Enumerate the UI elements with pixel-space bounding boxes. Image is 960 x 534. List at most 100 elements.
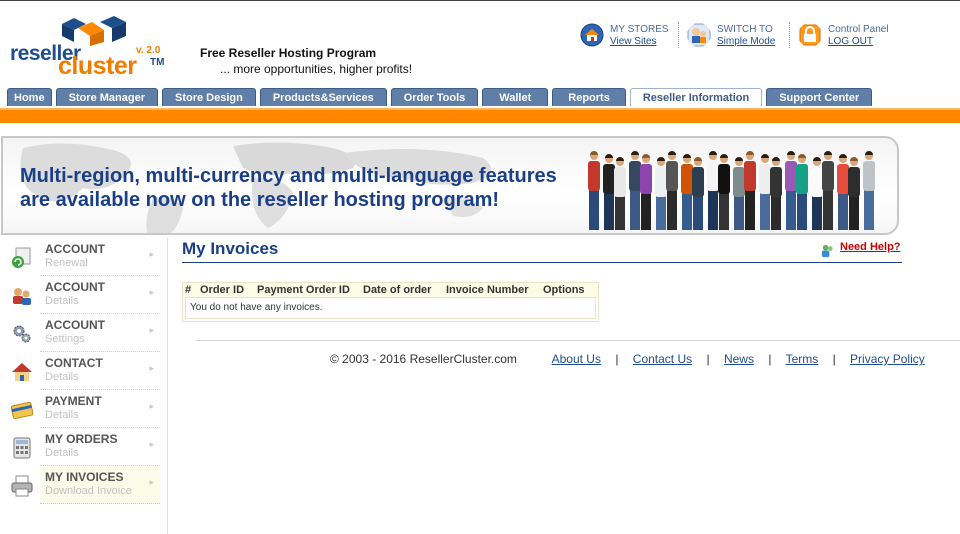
logo-version: v. 2.0 bbox=[136, 45, 161, 56]
view-sites-link[interactable]: View Sites bbox=[610, 36, 657, 47]
copyright: © 2003 - 2016 ResellerCluster.com bbox=[330, 352, 517, 366]
chevron-right-icon: ▸ bbox=[149, 364, 154, 374]
sidebar-item-subtitle: Details bbox=[45, 371, 79, 383]
tab-home[interactable]: Home bbox=[7, 88, 52, 106]
divider bbox=[789, 22, 790, 48]
empty-message: You do not have any invoices. bbox=[190, 302, 323, 313]
tab-support-center[interactable]: Support Center bbox=[766, 88, 873, 106]
footer-link-terms[interactable]: Terms bbox=[786, 352, 819, 366]
credit-card-icon bbox=[10, 401, 34, 420]
footer-link-privacy-policy[interactable]: Privacy Policy bbox=[850, 352, 925, 366]
person-figure bbox=[770, 157, 782, 230]
col-header-invoice-number: Invoice Number bbox=[446, 284, 529, 296]
main-nav-tabs: Home Store Manager Store Design Products… bbox=[7, 88, 873, 106]
tab-reports[interactable]: Reports bbox=[552, 88, 626, 106]
person-figure bbox=[655, 157, 667, 230]
nav-orange-bar bbox=[0, 106, 960, 123]
person-figure bbox=[811, 157, 823, 230]
person-figure bbox=[733, 157, 745, 230]
person-figure bbox=[692, 157, 704, 230]
person-figure bbox=[707, 151, 719, 230]
person-figure bbox=[744, 151, 756, 230]
person-figure bbox=[822, 151, 834, 230]
my-stores-label: MY STORES bbox=[610, 24, 669, 35]
renewal-icon bbox=[12, 247, 31, 268]
tagline-title: Free Reseller Hosting Program bbox=[200, 46, 377, 60]
person-figure bbox=[848, 157, 860, 230]
chevron-right-icon: ▸ bbox=[149, 478, 154, 488]
logo-text-cluster: cluster bbox=[58, 52, 137, 80]
sidebar-item-title: ACCOUNT bbox=[45, 242, 105, 256]
sidebar-item-title: ACCOUNT bbox=[45, 280, 105, 294]
tagline-subtitle: ... more opportunities, higher profits! bbox=[220, 62, 413, 76]
chevron-right-icon: ▸ bbox=[149, 326, 154, 336]
help-users-icon bbox=[821, 244, 833, 258]
footer-separator: | bbox=[832, 352, 836, 366]
account-sidebar: ACCOUNT Renewal ▸ ACCOUNT Details ▸ ACCO… bbox=[0, 238, 168, 534]
people-group-image bbox=[588, 151, 875, 230]
person-figure bbox=[796, 154, 808, 230]
sidebar-item-my-orders[interactable]: MY ORDERS Details ▸ bbox=[0, 428, 160, 466]
sidebar-item-title: MY ORDERS bbox=[45, 432, 118, 446]
sidebar-item-title: PAYMENT bbox=[45, 394, 102, 408]
person-figure bbox=[863, 151, 875, 230]
col-header-number: # bbox=[185, 284, 192, 296]
col-header-options: Options bbox=[543, 284, 585, 296]
person-figure bbox=[588, 151, 600, 230]
tab-reseller-information[interactable]: Reseller Information bbox=[629, 88, 763, 106]
need-help-link[interactable]: Need Help? bbox=[840, 241, 901, 253]
footer-link-about-us[interactable]: About Us bbox=[552, 352, 601, 366]
footer-link-contact-us[interactable]: Contact Us bbox=[633, 352, 692, 366]
promo-banner: Multi-region, multi-currency and multi-l… bbox=[1, 136, 899, 235]
person-figure bbox=[666, 151, 678, 230]
person-figure bbox=[681, 154, 693, 230]
tab-products-services[interactable]: Products&Services bbox=[259, 88, 387, 106]
tab-store-design[interactable]: Store Design bbox=[161, 88, 256, 106]
footer-link-news[interactable]: News bbox=[724, 352, 754, 366]
sidebar-item-subtitle: Details bbox=[45, 447, 79, 459]
house-icon bbox=[12, 363, 32, 381]
house-globe-icon bbox=[580, 23, 604, 47]
user-switch-icon bbox=[687, 23, 711, 47]
sidebar-item-title: ACCOUNT bbox=[45, 318, 105, 332]
divider bbox=[678, 22, 679, 48]
person-figure bbox=[640, 154, 652, 230]
footer-separator: | bbox=[615, 352, 619, 366]
sidebar-item-account-settings[interactable]: ACCOUNT Settings ▸ bbox=[0, 314, 160, 352]
invoices-table: # Order ID Payment Order ID Date of orde… bbox=[182, 282, 599, 322]
sidebar-item-account-renewal[interactable]: ACCOUNT Renewal ▸ bbox=[0, 238, 160, 276]
col-header-order-id: Order ID bbox=[200, 284, 245, 296]
gears-icon bbox=[13, 325, 31, 343]
sidebar-item-account-details[interactable]: ACCOUNT Details ▸ bbox=[0, 276, 160, 314]
control-panel-label: Control Panel bbox=[828, 24, 889, 35]
person-figure bbox=[614, 157, 626, 230]
printer-icon bbox=[11, 475, 33, 497]
chevron-right-icon: ▸ bbox=[149, 250, 154, 260]
sidebar-item-subtitle: Settings bbox=[45, 333, 85, 345]
tab-order-tools[interactable]: Order Tools bbox=[390, 88, 479, 106]
banner-line-2: are available now on the reseller hostin… bbox=[20, 189, 500, 211]
logo-trademark: TM bbox=[150, 57, 165, 68]
footer-divider bbox=[196, 340, 960, 341]
sidebar-item-my-invoices[interactable]: MY INVOICES Download Invoice ▸ bbox=[0, 466, 160, 504]
users-icon bbox=[13, 288, 31, 305]
sidebar-item-title: MY INVOICES bbox=[45, 470, 124, 484]
table-empty-row: You do not have any invoices. bbox=[185, 297, 596, 319]
sidebar-item-payment-details[interactable]: PAYMENT Details ▸ bbox=[0, 390, 160, 428]
footer-separator: | bbox=[768, 352, 772, 366]
tab-store-manager[interactable]: Store Manager bbox=[55, 88, 158, 106]
logout-link[interactable]: LOG OUT bbox=[828, 36, 873, 47]
calculator-icon bbox=[13, 437, 31, 459]
footer-separator: | bbox=[706, 352, 710, 366]
page-title: My Invoices bbox=[182, 239, 279, 258]
sidebar-item-contact-details[interactable]: CONTACT Details ▸ bbox=[0, 352, 160, 390]
person-figure bbox=[837, 154, 849, 230]
tab-wallet[interactable]: Wallet bbox=[482, 88, 549, 106]
title-underline bbox=[182, 262, 902, 263]
tagline: Free Reseller Hosting Program ... more o… bbox=[200, 46, 412, 76]
sidebar-item-title: CONTACT bbox=[45, 356, 103, 370]
person-figure bbox=[759, 154, 771, 230]
logo[interactable]: reseller v. 2.0 cluster TM bbox=[8, 14, 168, 80]
simple-mode-link[interactable]: Simple Mode bbox=[717, 36, 775, 47]
banner-headline: Multi-region, multi-currency and multi-l… bbox=[20, 164, 557, 212]
